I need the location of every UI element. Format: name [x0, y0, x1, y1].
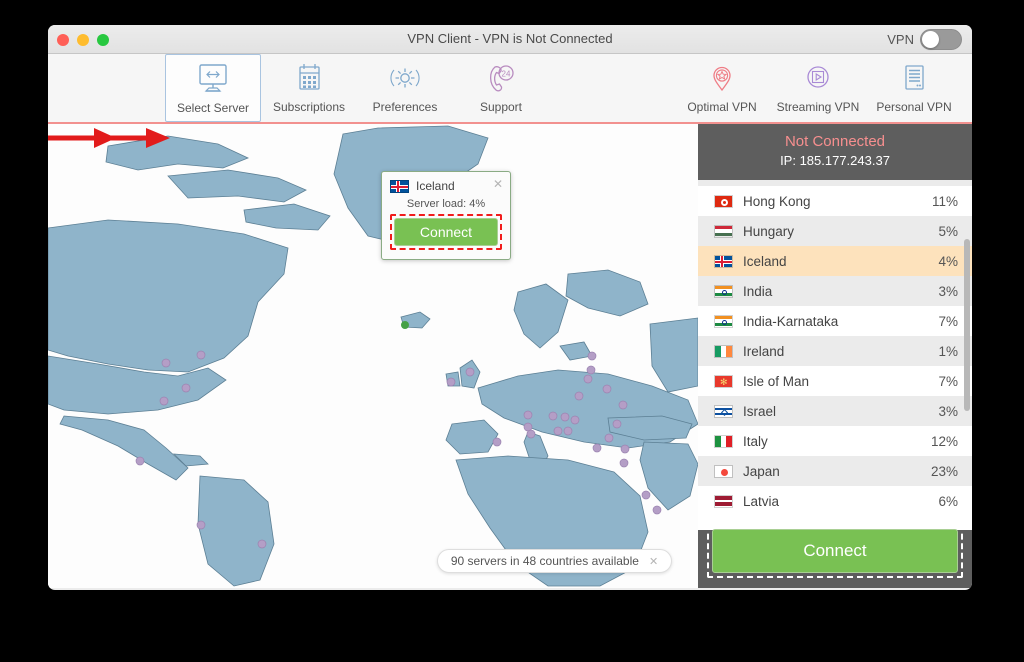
country-name: Latvia [743, 493, 780, 509]
popup-connect-highlight: Connect [390, 214, 502, 250]
country-row[interactable]: Ireland 1% [698, 336, 972, 366]
toolbar-item-label: Preferences [372, 100, 438, 114]
country-name: Italy [743, 433, 768, 449]
toolbar-left-group: Select Server Subscriptions Preferences … [165, 54, 549, 122]
phone-24-icon: 24 [481, 59, 521, 99]
toolbar-right-group: Optimal VPN Streaming VPN Personal VPN [674, 54, 962, 122]
server-doc-icon [894, 59, 934, 99]
toolbar-item-label: Support [479, 100, 523, 114]
popup-country-name: Iceland [416, 179, 455, 193]
toolbar-item-label: Streaming VPN [776, 100, 860, 114]
country-name: Ireland [743, 343, 785, 359]
country-row[interactable]: Latvia 6% [698, 486, 972, 516]
panel-connect-highlight: Connect [707, 524, 963, 578]
country-name: Japan [743, 463, 780, 479]
lv-flag-icon [714, 494, 733, 508]
red-arrow-annotation-panel [48, 128, 116, 148]
country-name: Hungary [743, 223, 795, 239]
close-icon[interactable]: ✕ [649, 555, 658, 568]
toolbar-item-label: Subscriptions [272, 100, 346, 114]
country-server-load: 6% [938, 493, 958, 509]
ie-flag-icon [714, 344, 733, 358]
toolbar-item-support[interactable]: 24 Support [453, 54, 549, 122]
toolbar: Select Server Subscriptions Preferences … [48, 54, 972, 124]
in-flag-icon [714, 284, 733, 298]
country-list[interactable]: Hong Kong 11% Hungary 5% Iceland 4% India 3%… [698, 180, 972, 530]
app-window: VPN Client - VPN is Not Connected VPN Se… [48, 25, 972, 590]
country-server-load: 1% [938, 343, 958, 359]
country-row[interactable]: India 3% [698, 276, 972, 306]
monitor-arrows-icon [193, 60, 233, 100]
country-row[interactable]: India-Karnataka 7% [698, 306, 972, 336]
panel-header: Not Connected IP: 185.177.243.37 [698, 124, 972, 176]
is-flag-icon [714, 254, 733, 268]
svg-text:24: 24 [502, 70, 511, 79]
iceland-flag-icon [390, 179, 409, 193]
country-name: Iceland [743, 253, 787, 269]
calendar-icon [289, 59, 329, 99]
country-server-load: 11% [931, 193, 958, 209]
country-name: Israel [743, 403, 777, 419]
vpn-toggle-switch[interactable] [920, 29, 962, 50]
popup-server-load: Server load: 4% [406, 198, 486, 210]
ip-address: IP: 185.177.243.37 [780, 153, 890, 168]
country-list-scrollbar[interactable] [964, 239, 970, 411]
title-bar: VPN Client - VPN is Not Connected VPN [48, 25, 972, 54]
toolbar-item-label: Personal VPN [876, 100, 952, 114]
country-name: Hong Kong [743, 193, 811, 209]
country-server-load: 23% [930, 463, 958, 479]
main-content: Iceland ✕ Server load: 4% Connect 90 ser… [48, 124, 972, 588]
im-flag-icon: ✻ [714, 374, 733, 388]
hu-flag-icon [714, 224, 733, 238]
country-name: Isle of Man [743, 373, 810, 389]
jp-flag-icon [714, 464, 733, 478]
country-server-load: 3% [938, 283, 958, 299]
country-server-load: 4% [938, 253, 958, 269]
world-map[interactable]: Iceland ✕ Server load: 4% Connect 90 ser… [48, 124, 698, 588]
country-name: India [743, 283, 773, 299]
country-server-load: 3% [938, 403, 958, 419]
country-row[interactable]: Hungary 5% [698, 216, 972, 246]
country-server-load: 5% [938, 223, 958, 239]
it-flag-icon [714, 434, 733, 448]
il-flag-icon [714, 404, 733, 418]
map-landmasses [48, 125, 698, 587]
vpn-toggle-group: VPN [887, 29, 962, 50]
toolbar-item-personal-vpn[interactable]: Personal VPN [866, 54, 962, 122]
country-row[interactable]: Hong Kong 11% [698, 186, 972, 216]
map-status-text: 90 servers in 48 countries available [450, 554, 639, 568]
country-server-load: 7% [938, 373, 958, 389]
popup-header: Iceland ✕ [390, 178, 503, 193]
connection-status: Not Connected [784, 133, 886, 150]
country-server-load: 7% [938, 313, 958, 329]
in-flag-icon [714, 314, 733, 328]
country-name: India-Karnataka [743, 313, 839, 329]
country-row[interactable]: ✻ Isle of Man 7% [698, 366, 972, 396]
toolbar-item-streaming-vpn[interactable]: Streaming VPN [770, 54, 866, 122]
vpn-toggle-label: VPN [887, 32, 914, 47]
toolbar-item-label: Optimal VPN [687, 100, 757, 114]
country-server-load: 12% [930, 433, 958, 449]
play-circle-icon [798, 59, 838, 99]
map-status-pill[interactable]: 90 servers in 48 countries available ✕ [437, 549, 672, 573]
toolbar-item-select-server[interactable]: Select Server [165, 54, 261, 122]
vpn-toggle-knob [922, 31, 939, 48]
toolbar-item-label: Select Server [176, 101, 250, 115]
toolbar-item-preferences[interactable]: Preferences [357, 54, 453, 122]
panel-connect-button[interactable]: Connect [712, 529, 958, 573]
map-server-popup[interactable]: Iceland ✕ Server load: 4% Connect [381, 171, 511, 260]
toolbar-item-subscriptions[interactable]: Subscriptions [261, 54, 357, 122]
close-icon[interactable]: ✕ [493, 178, 503, 190]
country-row[interactable]: Iceland 4% [698, 246, 972, 276]
pin-star-icon [702, 59, 742, 99]
hk-flag-icon [714, 194, 733, 208]
window-title: VPN Client - VPN is Not Connected [407, 31, 613, 46]
gear-icon [385, 59, 425, 99]
country-row[interactable]: Italy 12% [698, 426, 972, 456]
popup-connect-button[interactable]: Connect [394, 218, 498, 246]
country-row[interactable]: Japan 23% [698, 456, 972, 486]
toolbar-item-optimal-vpn[interactable]: Optimal VPN [674, 54, 770, 122]
server-panel: Not Connected IP: 185.177.243.37 Hong Ko… [698, 124, 972, 588]
country-row[interactable]: Israel 3% [698, 396, 972, 426]
